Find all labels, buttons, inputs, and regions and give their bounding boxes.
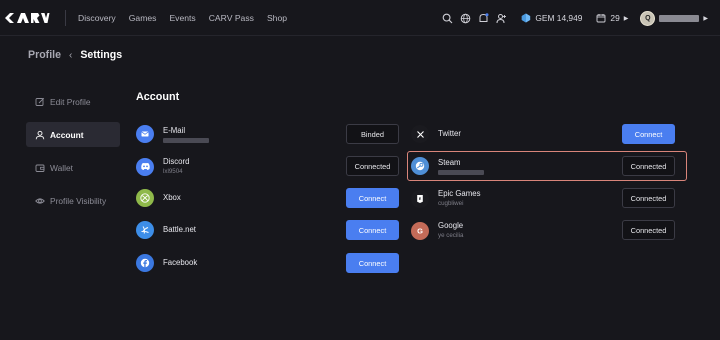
account-name: Discord — [163, 157, 190, 166]
nav-item-discovery[interactable]: Discovery — [78, 13, 116, 23]
checkin-counter[interactable]: 29 ▶ — [596, 13, 628, 23]
sidebar-item-label: Account — [50, 129, 84, 140]
account-row-xbox: Xbox — [136, 189, 181, 207]
account-name: E-Mail — [163, 125, 186, 135]
account-row-google: G Google ye cecilia — [411, 221, 463, 240]
account-row-text: Facebook — [163, 258, 197, 268]
sidebar-item-profile-visibility[interactable]: Profile Visibility — [26, 188, 120, 213]
breadcrumb-profile[interactable]: Profile — [28, 49, 61, 61]
sidebar-item-edit-profile[interactable]: Edit Profile — [26, 89, 120, 114]
account-row-text: Xbox — [163, 193, 181, 203]
user-icon — [35, 130, 45, 140]
epic-games-icon: E — [411, 189, 429, 208]
svg-text:G: G — [417, 226, 423, 235]
email-status-button[interactable]: Binded — [346, 124, 399, 144]
account-name: Google — [438, 221, 464, 230]
account-name: Steam — [438, 157, 461, 167]
chevron-left-icon: ‹ — [68, 49, 73, 61]
section-title: Account — [136, 91, 180, 103]
page-title: Settings — [80, 49, 123, 61]
sidebar-item-wallet[interactable]: Wallet — [26, 155, 120, 180]
x-icon — [411, 125, 429, 143]
sidebar-item-label: Wallet — [50, 162, 73, 173]
account-row-battlenet: Battle.net — [136, 221, 196, 239]
battlenet-icon — [136, 221, 154, 239]
notification-icon[interactable] — [477, 12, 489, 24]
avatar: Q — [640, 10, 656, 26]
facebook-connect-button[interactable]: Connect — [346, 253, 399, 273]
google-icon: G — [411, 221, 429, 240]
eye-icon — [35, 196, 45, 206]
globe-icon[interactable] — [459, 12, 471, 24]
email-redacted — [163, 137, 209, 143]
mail-icon — [136, 125, 154, 143]
account-row-text: E-Mail — [163, 126, 209, 143]
account-name: Battle.net — [163, 225, 196, 234]
account-handle: cugbliwei — [438, 200, 464, 207]
breadcrumb: Profile ‹ Settings — [28, 49, 122, 61]
nav-divider — [65, 9, 66, 26]
user-menu[interactable]: Q ▶ — [640, 10, 708, 26]
account-name: Epic Games — [438, 189, 481, 198]
account-row-email: E-Mail — [136, 125, 209, 143]
caret-right-icon: ▶ — [703, 15, 708, 22]
sidebar-item-label: Profile Visibility — [50, 195, 107, 206]
google-status-button[interactable]: Connected — [622, 220, 675, 240]
gem-balance[interactable]: GEM 14,949 — [521, 13, 582, 23]
nav-item-events[interactable]: Events — [169, 13, 195, 23]
gem-balance-label: GEM 14,949 — [535, 13, 583, 23]
account-row-text: Battle.net — [163, 225, 196, 235]
add-friend-icon[interactable] — [495, 12, 507, 24]
account-row-text: Twitter — [438, 129, 461, 139]
discord-status-button[interactable]: Connected — [346, 156, 399, 176]
nav-item-shop[interactable]: Shop — [267, 13, 287, 23]
svg-text:E: E — [419, 197, 422, 201]
account-row-text: Google ye cecilia — [438, 221, 463, 240]
account-row-twitter: Twitter — [411, 125, 461, 143]
xbox-icon — [136, 189, 154, 207]
account-row-text: Epic Games cugbliwei — [438, 189, 480, 208]
account-handle: lxl9504 — [163, 168, 183, 175]
header-actions: GEM 14,949 29 ▶ Q ▶ — [435, 0, 708, 36]
account-row-discord: Discord lxl9504 — [136, 157, 189, 176]
twitter-connect-button[interactable]: Connect — [622, 124, 675, 144]
account-name: Facebook — [163, 258, 198, 267]
account-row-text: Steam — [438, 158, 484, 175]
xbox-connect-button[interactable]: Connect — [346, 188, 399, 208]
caret-right-icon: ▶ — [623, 15, 629, 22]
gem-icon — [522, 13, 531, 23]
account-row-epic-games: E Epic Games cugbliwei — [411, 189, 480, 208]
account-name: Twitter — [438, 129, 461, 138]
steam-handle-redacted — [438, 169, 484, 175]
facebook-icon — [136, 254, 154, 272]
discord-icon — [136, 157, 154, 176]
sidebar-item-account[interactable]: Account — [26, 122, 120, 147]
account-row-text: Discord lxl9504 — [163, 157, 189, 176]
checkin-count: 29 — [610, 13, 620, 23]
top-navigation-bar: Discovery Games Events CARV Pass Shop GE… — [0, 0, 720, 36]
nav-item-carv-pass[interactable]: CARV Pass — [209, 13, 254, 23]
account-row-steam: Steam — [411, 157, 484, 175]
battlenet-connect-button[interactable]: Connect — [346, 220, 399, 240]
account-handle: ye cecilia — [438, 232, 464, 239]
steam-icon — [411, 157, 429, 175]
nav-item-games[interactable]: Games — [129, 13, 157, 23]
account-row-facebook: Facebook — [136, 254, 197, 272]
sidebar-item-label: Edit Profile — [50, 96, 91, 107]
account-name: Xbox — [163, 193, 181, 202]
epic-games-status-button[interactable]: Connected — [622, 188, 675, 208]
username-redacted — [659, 14, 700, 22]
settings-sidebar: Edit Profile Account Wallet Profile Visi… — [26, 89, 120, 221]
main-nav: Discovery Games Events CARV Pass Shop — [78, 13, 300, 23]
steam-status-button[interactable]: Connected — [622, 156, 675, 176]
edit-icon — [35, 97, 45, 107]
wallet-icon — [35, 163, 45, 173]
carv-logo[interactable] — [4, 11, 52, 25]
search-icon[interactable] — [441, 12, 453, 24]
calendar-icon — [596, 14, 606, 23]
